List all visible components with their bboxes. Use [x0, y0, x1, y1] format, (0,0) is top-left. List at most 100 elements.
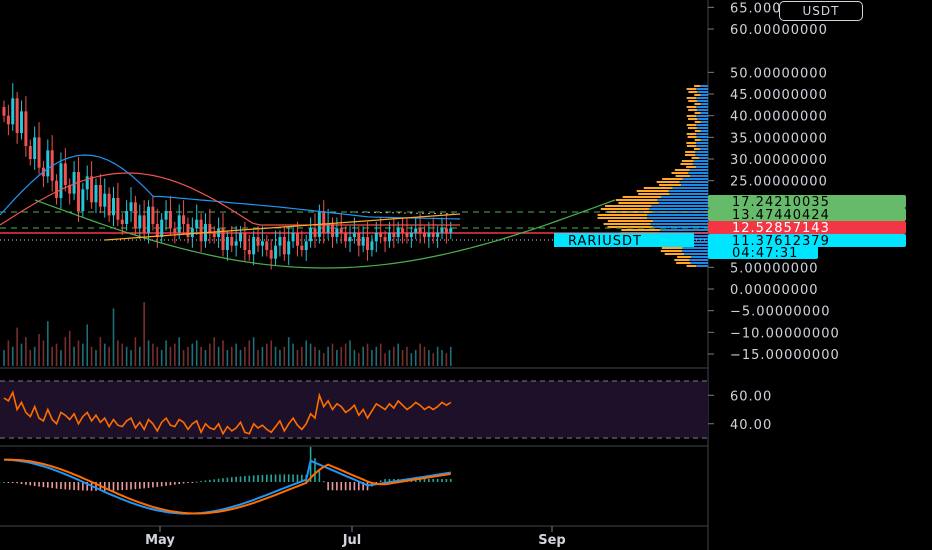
- profile-bar-up: [700, 94, 708, 96]
- profile-bar-down: [664, 253, 685, 255]
- macd-histogram-bar: [3, 482, 5, 483]
- candle-body: [59, 163, 63, 199]
- candle-body: [133, 202, 137, 229]
- axis-label-price: 5.00000000: [730, 261, 819, 276]
- candle-body: [90, 176, 94, 203]
- macd-histogram-bar: [217, 478, 220, 482]
- volume-bar: [42, 340, 45, 366]
- profile-bar-up: [695, 151, 708, 153]
- volume-bar: [174, 343, 176, 366]
- volume-bar: [384, 353, 386, 366]
- candle-body: [24, 111, 28, 147]
- time-label: May: [145, 533, 175, 548]
- macd-histogram-bar: [213, 479, 216, 482]
- macd-histogram-bar: [121, 482, 124, 491]
- currency-button[interactable]: USDT: [779, 1, 863, 21]
- macd-histogram-bar: [138, 482, 141, 489]
- profile-bar-up: [692, 163, 708, 165]
- candle-body: [379, 232, 383, 238]
- candle-body: [247, 250, 251, 255]
- macd-histogram-bar: [182, 482, 185, 484]
- profile-bar-down: [621, 229, 661, 231]
- volume-bar: [117, 340, 119, 366]
- volume-bar: [68, 330, 71, 366]
- candle-body: [15, 98, 19, 134]
- profile-bar-up: [697, 118, 708, 120]
- volume-bar: [322, 353, 325, 366]
- candle-body: [278, 237, 282, 246]
- profile-bar-up: [696, 127, 708, 129]
- macd-histogram-bar: [441, 478, 443, 482]
- candle-body: [168, 211, 172, 229]
- volume-bar: [270, 340, 272, 366]
- candle-body: [366, 237, 370, 251]
- candle-body: [129, 202, 133, 212]
- volume-bar: [349, 340, 351, 366]
- macd-histogram-bar: [318, 470, 321, 482]
- price-tag-label: 04:47:31: [732, 246, 798, 261]
- volume-bar: [209, 343, 211, 366]
- macd-histogram-bar: [357, 482, 360, 491]
- macd-histogram-bar: [287, 474, 290, 482]
- volume-bar: [11, 346, 14, 366]
- macd-histogram-bar: [270, 474, 272, 482]
- profile-bar-up: [682, 178, 708, 180]
- volume-bar: [82, 343, 84, 366]
- candle-body: [405, 232, 409, 238]
- candle-body: [142, 215, 146, 233]
- profile-bar-up: [696, 88, 708, 90]
- candle-body: [352, 232, 356, 238]
- candle-body: [256, 237, 260, 246]
- macd-histogram-bar: [29, 482, 32, 486]
- profile-bar-down: [674, 169, 690, 171]
- macd-histogram-bar: [327, 482, 329, 491]
- candle-body: [387, 232, 391, 242]
- volume-bar: [331, 343, 334, 366]
- profile-bar-down: [656, 181, 680, 183]
- profile-bar-up: [647, 214, 708, 216]
- candle-body: [295, 232, 299, 246]
- volume-bar: [160, 350, 163, 366]
- volume-bar: [432, 353, 435, 366]
- profile-bar-down: [676, 262, 691, 264]
- volume-bar: [362, 346, 364, 366]
- profile-bar-down: [688, 118, 698, 120]
- profile-bar-down: [618, 202, 659, 204]
- profile-bar-down: [686, 265, 697, 267]
- candle-body: [2, 107, 6, 116]
- volume-bar: [195, 340, 198, 366]
- axis-label-price: 45.00000000: [730, 88, 828, 103]
- macd-histogram-bar: [112, 482, 115, 491]
- candle-body: [396, 228, 400, 238]
- candle-body: [164, 211, 168, 220]
- candle-body: [116, 198, 120, 220]
- candle-body: [81, 189, 85, 212]
- volume-bar: [235, 343, 237, 366]
- candle-body: [313, 228, 317, 238]
- macd-histogram-bar: [60, 482, 62, 490]
- candle-body: [370, 241, 374, 251]
- profile-bar-down: [636, 190, 669, 192]
- candle-body: [155, 224, 159, 238]
- profile-bar-up: [658, 202, 708, 204]
- candle-body: [287, 241, 291, 255]
- candle-body: [33, 137, 37, 160]
- profile-bar-down: [597, 217, 648, 219]
- volume-bar: [257, 350, 259, 366]
- profile-bar-down: [694, 112, 701, 114]
- macd-histogram-bar: [353, 482, 356, 491]
- macd-histogram-bar: [239, 476, 242, 482]
- volume-bar: [266, 343, 268, 366]
- volume-bar: [239, 350, 242, 366]
- profile-bar-up: [689, 259, 708, 261]
- volume-bar: [130, 350, 132, 366]
- macd-histogram-bar: [292, 474, 294, 482]
- volume-bar: [73, 346, 75, 366]
- profile-bar-down: [675, 175, 691, 177]
- volume-bar: [340, 346, 343, 366]
- macd-histogram-bar: [191, 482, 194, 483]
- profile-bar-down: [691, 157, 699, 159]
- profile-bar-up: [679, 181, 708, 183]
- profile-bar-down: [685, 151, 696, 153]
- candle-body: [239, 232, 243, 242]
